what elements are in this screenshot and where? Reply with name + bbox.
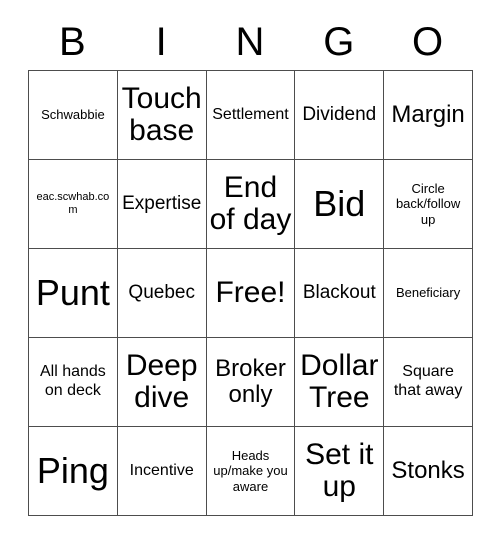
bingo-cell[interactable]: Broker only bbox=[206, 338, 296, 427]
bingo-cell-label: Beneficiary bbox=[395, 285, 461, 301]
bingo-cell-label: Bid bbox=[313, 182, 366, 224]
bingo-header-letter-g: G bbox=[323, 20, 355, 64]
bingo-cell[interactable]: Settlement bbox=[206, 71, 296, 160]
bingo-cell-label: Set it up bbox=[305, 438, 374, 503]
bingo-cell[interactable]: Expertise bbox=[117, 160, 207, 249]
bingo-cell[interactable]: Margin bbox=[384, 71, 473, 160]
bingo-header-letter-o: O bbox=[412, 20, 444, 64]
bingo-cell[interactable]: Schwabbie bbox=[29, 71, 118, 160]
bingo-cell[interactable]: Square that away bbox=[384, 338, 473, 427]
bingo-cell-label: eac.scwhab.com bbox=[36, 190, 110, 216]
bingo-header-row: B I N G O bbox=[28, 14, 472, 70]
bingo-header-letter-b: B bbox=[59, 20, 86, 64]
bingo-cell-label: Dividend bbox=[302, 104, 377, 126]
bingo-cell[interactable]: Blackout bbox=[295, 249, 385, 338]
bingo-cell-label: Stonks bbox=[391, 457, 465, 485]
bingo-cell[interactable]: eac.scwhab.com bbox=[29, 160, 118, 249]
bingo-cell[interactable]: Circle back/follow up bbox=[384, 160, 473, 249]
bingo-cell[interactable]: Dollar Tree bbox=[295, 338, 385, 427]
bingo-grid: Schwabbie Touch base Settlement Dividend Mar… bbox=[28, 70, 473, 516]
bingo-cell[interactable]: Quebec bbox=[117, 249, 207, 338]
bingo-header-letter-n: N bbox=[235, 20, 265, 64]
bingo-cell[interactable]: Punt bbox=[29, 249, 118, 338]
bingo-cell[interactable]: Touch base bbox=[117, 71, 207, 160]
bingo-cell-label: Expertise bbox=[122, 193, 202, 215]
bingo-cell-label: End of day bbox=[209, 171, 292, 236]
bingo-cell[interactable]: Dividend bbox=[295, 71, 385, 160]
bingo-cell-label: All hands on deck bbox=[39, 363, 106, 399]
bingo-cell[interactable]: Bid bbox=[295, 160, 385, 249]
bingo-cell-label: Settlement bbox=[212, 105, 289, 123]
bingo-cell[interactable]: Heads up/make you aware bbox=[206, 427, 296, 516]
bingo-cell-label: Incentive bbox=[129, 461, 194, 479]
bingo-cell[interactable]: Ping bbox=[29, 427, 118, 516]
bingo-cell[interactable]: Set it up bbox=[295, 427, 385, 516]
bingo-cell-label: Quebec bbox=[128, 282, 195, 304]
bingo-free-space-cell[interactable]: Free! bbox=[206, 249, 296, 338]
bingo-cell[interactable]: Incentive bbox=[117, 427, 207, 516]
bingo-cell-label: Blackout bbox=[302, 282, 376, 304]
bingo-cell[interactable]: Deep dive bbox=[117, 338, 207, 427]
bingo-cell-label: Free! bbox=[215, 276, 286, 310]
bingo-cell-label: Punt bbox=[35, 271, 110, 313]
bingo-cell-label: Deep dive bbox=[125, 349, 198, 414]
bingo-cell[interactable]: End of day bbox=[206, 160, 296, 249]
bingo-card: B I N G O Schwabbie Touch base Settlement D… bbox=[28, 14, 473, 516]
bingo-cell-label: Touch base bbox=[121, 82, 202, 147]
bingo-header-letter-i: I bbox=[155, 20, 167, 64]
bingo-cell-label: Dollar Tree bbox=[300, 349, 379, 414]
bingo-cell-label: Margin bbox=[391, 101, 465, 129]
bingo-cell-label: Schwabbie bbox=[41, 107, 105, 123]
bingo-cell[interactable]: All hands on deck bbox=[29, 338, 118, 427]
bingo-cell[interactable]: Stonks bbox=[384, 427, 473, 516]
bingo-cell-label: Circle back/follow up bbox=[395, 180, 461, 227]
bingo-cell-label: Heads up/make you aware bbox=[213, 447, 288, 494]
bingo-cell-label: Square that away bbox=[393, 363, 463, 399]
bingo-cell-label: Broker only bbox=[215, 355, 286, 408]
bingo-cell[interactable]: Beneficiary bbox=[384, 249, 473, 338]
bingo-cell-label: Ping bbox=[36, 449, 109, 491]
